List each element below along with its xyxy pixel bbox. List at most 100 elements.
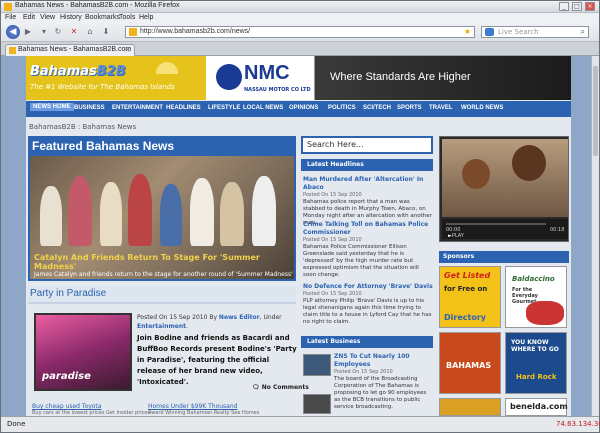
video-controls: 00:00 00:18 ► PLAY	[442, 219, 568, 239]
nav-opinions[interactable]: OPINIONS	[289, 105, 318, 111]
search-bar[interactable]: Live Search ⌕	[481, 26, 589, 38]
business-text: The board of the Broadcasting Corporatio…	[334, 376, 427, 410]
menu-tools[interactable]: Tools	[119, 14, 135, 21]
ad-brand: NMC	[244, 62, 290, 84]
minimize-icon[interactable]: _	[559, 2, 569, 11]
party-blurb: Join Bodine and friends as Bacardi and B…	[137, 334, 297, 386]
url-bar[interactable]: http://www.bahamasb2b.com/news/ ★	[125, 26, 475, 38]
browser-window: Bahamas News - BahamasB2B.com - Mozilla …	[0, 0, 600, 433]
nmc-ad-banner[interactable]: NMC NASSAU MOTOR CO LTD Where Standards …	[210, 56, 571, 100]
sponsor-ad-directory[interactable]: Get Listed for Free on Directory	[439, 266, 501, 328]
search-icon[interactable]: ⌕	[581, 27, 585, 37]
business-title[interactable]: ZNS To Cut Nearly 100 Employees	[334, 353, 433, 369]
bookmark-star-icon[interactable]: ★	[464, 27, 471, 36]
headline-title[interactable]: Man Murdered After 'Altercation' In Abac…	[303, 176, 433, 192]
video-player[interactable]: 00:00 00:18 ► PLAY	[439, 136, 569, 242]
sponsor-ad-benelda[interactable]: benelda.com	[505, 398, 568, 416]
headline-title[interactable]: Crime Talking Toll on Bahamas Police Com…	[303, 221, 433, 237]
sponsor-ad-bahamas[interactable]: BAHAMAS	[439, 332, 501, 394]
sponsor-ad-baldaccino[interactable]: Baldaccino For the Everyday Gourmet	[505, 266, 567, 328]
menu-history[interactable]: History	[60, 14, 82, 21]
nav-scitech[interactable]: SCI/TECH	[363, 105, 391, 111]
person-figure	[252, 176, 276, 246]
sponsor-ad-banner[interactable]	[439, 398, 501, 416]
ad-slogan: Where Standards Are Higher	[330, 71, 471, 83]
menu-help[interactable]: Help	[139, 14, 153, 21]
sponsors-header: Sponsors	[439, 251, 569, 263]
scrollbar-thumb[interactable]	[593, 66, 598, 156]
menu-file[interactable]: File	[5, 14, 16, 21]
person-figure	[512, 145, 546, 181]
party-posted: Posted On 15 Sep 2010 By	[137, 314, 217, 321]
ad-line: Hard Rock	[516, 373, 557, 381]
business-thumbnail[interactable]	[303, 394, 331, 414]
nav-news-home[interactable]: NEWS HOME	[30, 103, 74, 111]
featured-image[interactable]: Catalyn And Friends Return To Stage For …	[30, 156, 294, 279]
site-search-placeholder: Search Here...	[307, 140, 364, 149]
navigation-toolbar: ◀ ▶ ▾ ↻ ✕ ⌂ ⬇ http://www.bahamasb2b.com/…	[1, 23, 599, 42]
nav-local-news[interactable]: LOCAL NEWS	[243, 105, 283, 111]
tab-label: Bahamas News - BahamasB2B.com	[18, 46, 132, 53]
latest-business-title: Latest Business	[307, 338, 361, 345]
stop-icon[interactable]: ✕	[69, 27, 79, 37]
site-logo[interactable]: BahamasB2B The #1 Website for The Bahama…	[26, 56, 206, 100]
featured-caption[interactable]: Catalyn And Friends Return To Stage For …	[34, 253, 294, 271]
headline-item: Man Murdered After 'Altercation' In Abac…	[303, 176, 433, 227]
ad-line: Directory	[444, 313, 486, 322]
party-under: Under	[263, 314, 282, 321]
breadcrumb: BahamasB2B : Bahamas News	[29, 123, 137, 131]
home-icon[interactable]: ⌂	[85, 27, 95, 37]
maximize-icon[interactable]: □	[572, 2, 582, 11]
download-icon[interactable]: ⬇	[101, 27, 111, 37]
featured-title: Featured Bahamas News	[32, 139, 175, 153]
play-button[interactable]: ► PLAY	[448, 233, 464, 239]
person-figure	[40, 186, 62, 246]
nav-sports[interactable]: SPORTS	[397, 105, 422, 111]
nav-politics[interactable]: POLITICS	[328, 105, 356, 111]
comments-link[interactable]: 🗨 No Comments	[252, 384, 309, 391]
comments-label: No Comments	[261, 384, 309, 391]
title-bar: Bahamas News - BahamasB2B.com - Mozilla …	[1, 1, 599, 13]
forward-arrow-icon[interactable]: ▶	[23, 27, 33, 37]
video-progress[interactable]	[446, 223, 546, 225]
nav-world-news[interactable]: WORLD NEWS	[461, 105, 503, 111]
window-title: Bahamas News - BahamasB2B.com - Mozilla …	[15, 2, 180, 9]
status-text: Done	[7, 420, 26, 428]
menu-bookmarks[interactable]: Bookmarks	[85, 14, 120, 21]
search-engine-icon[interactable]	[485, 28, 494, 36]
party-image[interactable]: paradise	[34, 313, 132, 391]
minilink-title[interactable]: Buy cheap used Toyota	[32, 403, 101, 410]
business-thumbnail[interactable]	[303, 354, 331, 376]
nav-entertainment[interactable]: ENTERTAINMENT	[112, 105, 163, 111]
nav-travel[interactable]: TRAVEL	[429, 105, 453, 111]
close-icon[interactable]: ×	[585, 2, 595, 11]
headline-text: Bahamas Police Commissioner Ellison Gree…	[303, 244, 419, 278]
headline-title[interactable]: No Defence For Attorney 'Brave' Davis	[303, 283, 433, 291]
site-search-input[interactable]: Search Here...	[301, 136, 433, 154]
party-title[interactable]: Party in Paradise	[30, 288, 106, 299]
tab-bar: Bahamas News - BahamasB2B.com ×	[1, 42, 599, 56]
main-nav: NEWS HOME BUSINESS ENTERTAINMENT HEADLIN…	[26, 101, 571, 117]
site-header: BahamasB2B The #1 Website for The Bahama…	[26, 56, 571, 100]
back-arrow-icon[interactable]: ◀	[6, 25, 20, 39]
vertical-scrollbar[interactable]	[591, 56, 599, 416]
party-author-link[interactable]: News Editor	[219, 314, 260, 321]
person-figure	[128, 174, 152, 246]
tab-bahamas-news[interactable]: Bahamas News - BahamasB2B.com ×	[5, 44, 135, 56]
nav-headlines[interactable]: HEADLINES	[166, 105, 201, 111]
nav-lifestyle[interactable]: LIFESTYLE	[208, 105, 240, 111]
history-dropdown-icon[interactable]: ▾	[39, 27, 49, 37]
reload-icon[interactable]: ↻	[53, 27, 63, 37]
tab-close-icon[interactable]: ×	[124, 45, 131, 54]
tab-favicon-icon	[9, 47, 16, 54]
minilink-title[interactable]: Homes Under $99K Thousand	[148, 403, 237, 410]
party-category-link[interactable]: Entertainment	[137, 323, 186, 330]
nav-business[interactable]: BUSINESS	[74, 105, 105, 111]
person-figure	[220, 182, 244, 246]
logo-text: BahamasB2B	[30, 64, 126, 79]
menu-view[interactable]: View	[40, 14, 55, 21]
ad-brand-sub: NASSAU MOTOR CO LTD	[244, 87, 311, 93]
sponsor-ad-hard-rock[interactable]: YOU KNOW WHERE TO GO Hard Rock	[505, 332, 567, 394]
headline-item: Crime Talking Toll on Bahamas Police Com…	[303, 221, 433, 279]
menu-edit[interactable]: Edit	[23, 14, 35, 21]
